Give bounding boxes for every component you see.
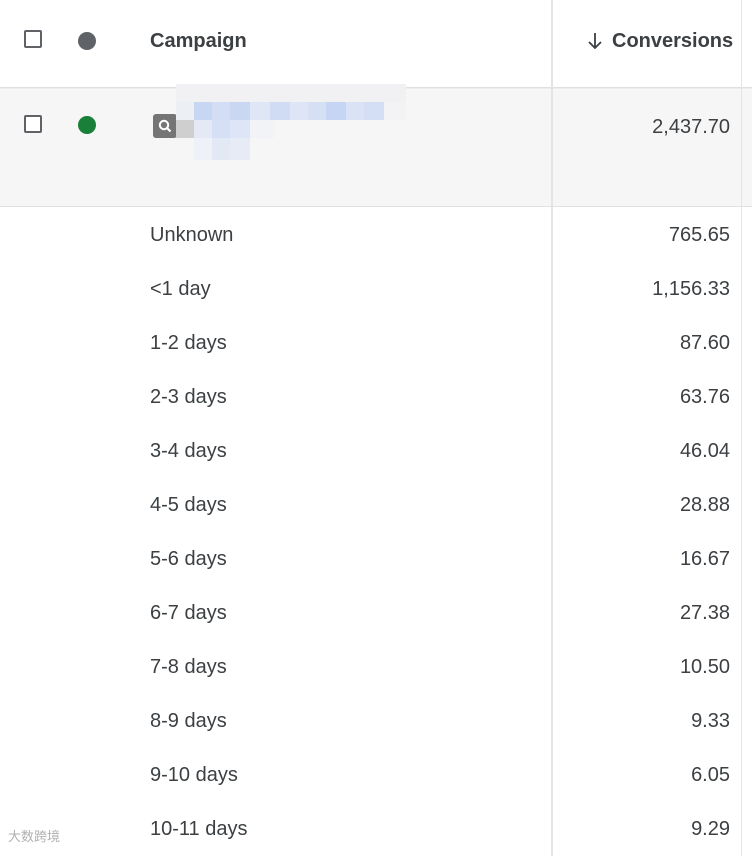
segment-conversions-value: 6.05 xyxy=(691,764,730,786)
segment-label: 5-6 days xyxy=(150,548,227,570)
segment-label: 6-7 days xyxy=(150,602,227,624)
campaign-table: Campaign Conversions 2,437.70 Unknown 76… xyxy=(0,0,752,856)
segment-label: 1-2 days xyxy=(150,332,227,354)
table-row: 4-5 days 28.88 xyxy=(0,477,752,531)
segment-conversions-value: 87.60 xyxy=(679,332,730,354)
table-row: 7-8 days 10.50 xyxy=(0,639,752,693)
status-column-icon[interactable] xyxy=(78,32,96,50)
segment-conversions-value: 9.33 xyxy=(691,710,730,732)
segment-label: Unknown xyxy=(150,224,234,246)
table-row: 1-2 days 87.60 xyxy=(0,315,752,369)
segment-label: 9-10 days xyxy=(150,764,238,786)
enabled-status-icon[interactable] xyxy=(78,116,96,134)
campaign-column-header[interactable]: Campaign xyxy=(150,29,247,53)
conversions-column-header[interactable]: Conversions xyxy=(612,29,733,53)
table-row: 5-6 days 16.67 xyxy=(0,531,752,585)
segment-conversions-value: 765.65 xyxy=(668,224,730,246)
segment-label: <1 day xyxy=(150,278,211,300)
segment-label: 8-9 days xyxy=(150,710,227,732)
campaign-conversions-value: 2,437.70 xyxy=(652,116,730,138)
select-all-checkbox[interactable] xyxy=(24,30,42,48)
search-campaign-icon xyxy=(153,114,177,138)
segment-conversions-value: 27.38 xyxy=(679,602,730,624)
campaign-row[interactable]: 2,437.70 xyxy=(0,84,752,207)
table-row: 10-11 days 9.29 xyxy=(0,801,752,855)
segment-conversions-value: 10.50 xyxy=(679,656,730,678)
table-header: Campaign Conversions xyxy=(0,0,752,87)
segment-conversions-value: 28.88 xyxy=(679,494,730,516)
table-row: <1 day 1,156.33 xyxy=(0,261,752,315)
segment-conversions-value: 16.67 xyxy=(679,548,730,570)
segment-label: 3-4 days xyxy=(150,440,227,462)
column-divider[interactable] xyxy=(551,0,553,856)
table-row: 6-7 days 27.38 xyxy=(0,585,752,639)
segment-conversions-value: 9.29 xyxy=(691,818,730,840)
segment-label: 2-3 days xyxy=(150,386,227,408)
sort-descending-icon[interactable] xyxy=(586,31,604,51)
segment-label: 10-11 days xyxy=(150,818,248,840)
segment-conversions-value: 63.76 xyxy=(679,386,730,408)
segment-conversions-value: 1,156.33 xyxy=(652,278,730,300)
segment-label: 4-5 days xyxy=(150,494,227,516)
segment-label: 7-8 days xyxy=(150,656,227,678)
table-row: 2-3 days 63.76 xyxy=(0,369,752,423)
table-row: 8-9 days 9.33 xyxy=(0,693,752,747)
segment-conversions-value: 46.04 xyxy=(679,440,730,462)
table-row: Unknown 765.65 xyxy=(0,207,752,261)
watermark: 大数跨境 xyxy=(8,829,61,844)
campaign-row-checkbox[interactable] xyxy=(24,115,42,133)
table-row: 9-10 days 6.05 xyxy=(0,747,752,801)
table-row: 3-4 days 46.04 xyxy=(0,423,752,477)
table-right-border xyxy=(741,0,742,856)
